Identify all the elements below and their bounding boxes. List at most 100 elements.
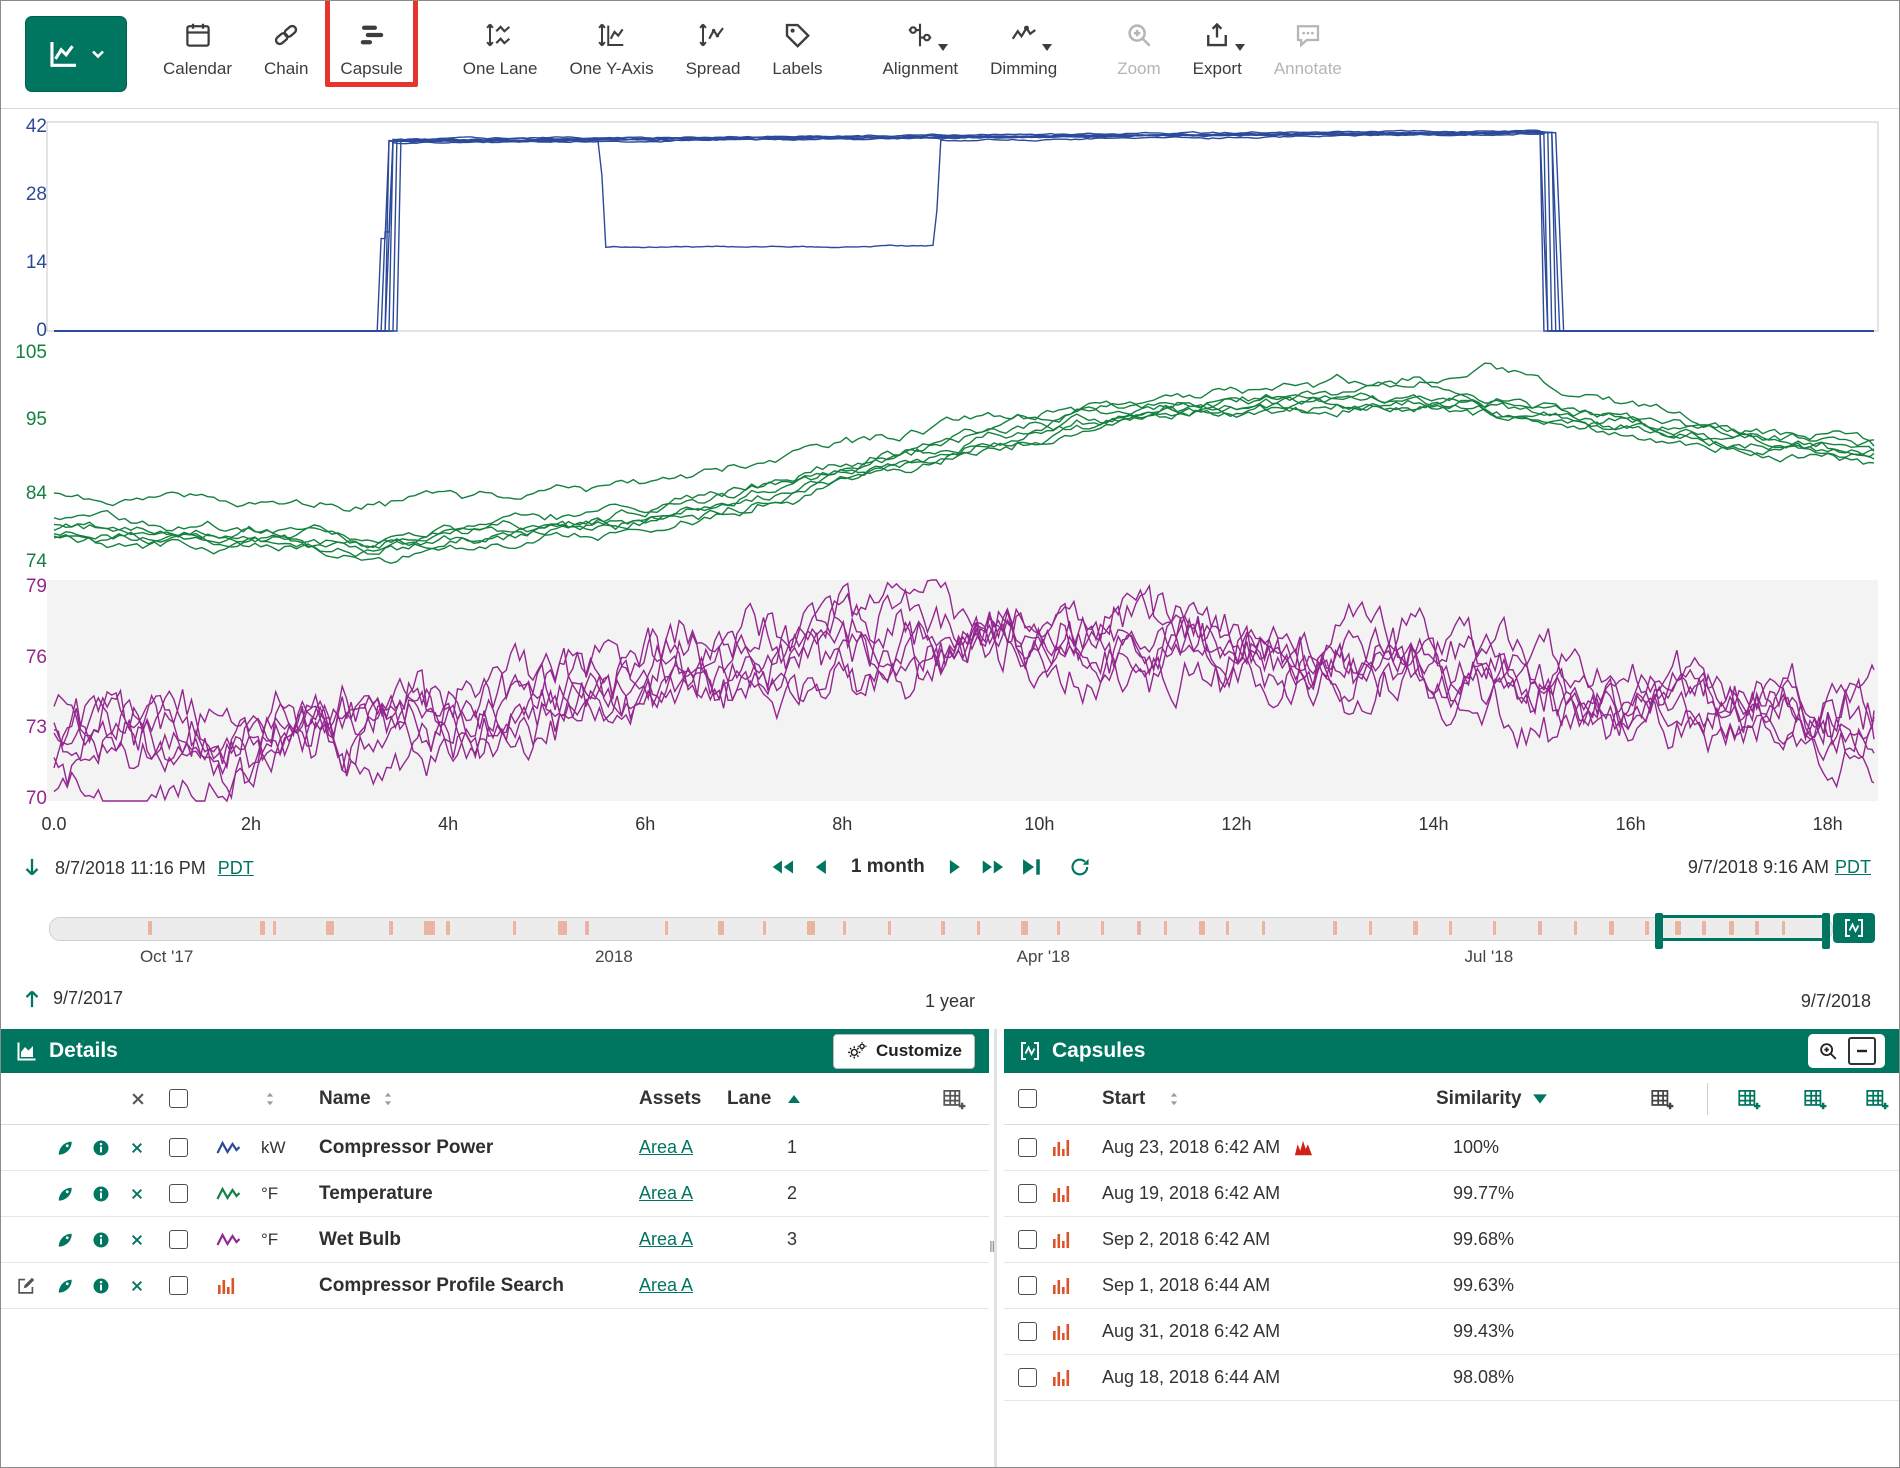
timezone-link-end[interactable]: PDT [1835,857,1871,878]
selection-left-handle[interactable] [1655,913,1663,949]
capsule-mark [1493,921,1496,935]
item-name[interactable]: Compressor Power [305,1137,493,1159]
toolbar-item-label: Capsule [340,59,402,79]
capsule-checkbox[interactable] [1018,1138,1037,1157]
info-icon[interactable] [91,1138,111,1158]
toolbar-one-y-axis-button[interactable]: One Y-Axis [553,1,669,79]
asset-link[interactable]: Area A [639,1229,693,1250]
capsule-mark [389,921,393,935]
collapse-panel-button[interactable] [1848,1037,1876,1065]
close-icon[interactable] [129,1278,145,1294]
capsule-checkbox[interactable] [1018,1230,1037,1249]
close-icon[interactable] [129,1232,145,1248]
rocket-icon[interactable] [55,1230,75,1250]
jump-to-start-icon[interactable] [21,857,43,879]
step-forward-button[interactable] [945,857,965,877]
unit-label: °F [261,1184,278,1204]
rocket-icon[interactable] [55,1138,75,1158]
start-column-header[interactable]: Start [1102,1088,1145,1110]
timeline-selection[interactable] [1659,915,1826,941]
selection-right-handle[interactable] [1822,913,1830,949]
toolbar-labels-button[interactable]: Labels [756,1,838,79]
asset-link[interactable]: Area A [639,1275,693,1296]
similarity-column-header[interactable]: Similarity [1436,1088,1522,1110]
details-row[interactable]: °FTemperatureArea A2 [1,1171,989,1217]
select-all-capsules-checkbox[interactable] [1018,1089,1037,1108]
panel-splitter[interactable]: ‖ [994,1029,997,1467]
edit-icon[interactable] [15,1275,37,1297]
capsule-row[interactable]: Aug 19, 2018 6:42 AM99.77% [1004,1171,1899,1217]
close-icon[interactable] [129,1186,145,1202]
capsule-checkbox[interactable] [1018,1276,1037,1295]
details-row[interactable]: kWCompressor PowerArea A1 [1,1125,989,1171]
step-back-button[interactable] [811,857,831,877]
worksheet-view-dropdown[interactable] [25,16,127,92]
rocket-icon[interactable] [55,1184,75,1204]
item-name[interactable]: Wet Bulb [305,1229,401,1251]
step-forward-large-button[interactable] [981,855,1005,879]
toolbar-capsule-button[interactable]: Capsule [324,1,418,79]
sort-icon[interactable] [381,1092,395,1106]
capsule-row[interactable]: Aug 31, 2018 6:42 AM99.43% [1004,1309,1899,1355]
toolbar-item-label: One Y-Axis [569,59,653,79]
info-icon[interactable] [91,1276,111,1296]
remove-all-icon[interactable] [129,1090,147,1108]
info-icon[interactable] [91,1184,111,1204]
add-capsule-stat-icon-2[interactable] [1802,1086,1828,1112]
item-checkbox[interactable] [169,1138,188,1157]
capsule-row[interactable]: Aug 18, 2018 6:44 AM98.08% [1004,1355,1899,1401]
spread-icon [698,20,728,50]
toolbar-spread-button[interactable]: Spread [670,1,757,79]
rocket-icon[interactable] [55,1276,75,1296]
timeline-track[interactable] [49,917,1833,941]
capsule-row[interactable]: Sep 2, 2018 6:42 AM99.68% [1004,1217,1899,1263]
toolbar-chain-button[interactable]: Chain [248,1,324,79]
capsule-row[interactable]: Sep 1, 2018 6:44 AM99.63% [1004,1263,1899,1309]
capsule-mark [807,921,815,935]
capsule-mark [1262,921,1265,935]
step-back-large-button[interactable] [771,855,795,879]
capsule-timeline-button[interactable] [1833,913,1875,943]
toolbar-one-lane-button[interactable]: One Lane [447,1,554,79]
toolbar-calendar-button[interactable]: Calendar [147,1,248,79]
trend-chart[interactable]: 4228140105958474797673700.02h4h6h8h10h12… [1,108,1900,848]
step-size-label[interactable]: 1 month [851,856,925,878]
details-row[interactable]: Compressor Profile Search Area A [1,1263,989,1309]
add-capsule-stat-icon-1[interactable] [1736,1086,1762,1112]
calendar-icon [183,20,213,50]
capsule-checkbox[interactable] [1018,1184,1037,1203]
asset-link[interactable]: Area A [639,1183,693,1204]
zoom-to-capsule-icon[interactable] [1817,1040,1839,1062]
select-all-items-checkbox[interactable] [169,1089,188,1108]
capsule-start-time: Aug 23, 2018 6:42 AM [1102,1137,1280,1158]
close-icon[interactable] [129,1140,145,1156]
sort-icon[interactable] [1167,1092,1181,1106]
name-column-header[interactable]: Name [319,1088,371,1110]
info-icon[interactable] [91,1230,111,1250]
expand-range-icon[interactable] [21,987,43,1009]
capsule-checkbox[interactable] [1018,1368,1037,1387]
skip-to-now-button[interactable] [1021,856,1043,878]
asset-link[interactable]: Area A [639,1137,693,1158]
add-capsule-stat-icon-3[interactable] [1864,1086,1890,1112]
details-row[interactable]: °FWet BulbArea A3 [1,1217,989,1263]
item-checkbox[interactable] [169,1184,188,1203]
toolbar-alignment-button[interactable]: Alignment [867,1,975,79]
item-name[interactable]: Compressor Profile Search [305,1275,564,1297]
assets-column-header[interactable]: Assets [639,1088,701,1110]
sort-icon[interactable] [263,1092,277,1106]
toolbar-export-button[interactable]: Export [1177,1,1258,79]
timezone-link-start[interactable]: PDT [218,858,254,879]
lane-column-header[interactable]: Lane [727,1088,771,1110]
item-name[interactable]: Temperature [305,1183,433,1205]
refresh-button[interactable] [1069,856,1091,878]
customize-button[interactable]: Customize [833,1034,975,1069]
capsule-row[interactable]: Aug 23, 2018 6:42 AM100% [1004,1125,1899,1171]
add-column-icon[interactable] [941,1086,967,1112]
capsule-checkbox[interactable] [1018,1322,1037,1341]
item-checkbox[interactable] [169,1230,188,1249]
toolbar-dimming-button[interactable]: Dimming [974,1,1073,79]
item-checkbox[interactable] [169,1276,188,1295]
add-column-icon[interactable] [1649,1086,1675,1112]
capsule-mark [1609,921,1614,935]
